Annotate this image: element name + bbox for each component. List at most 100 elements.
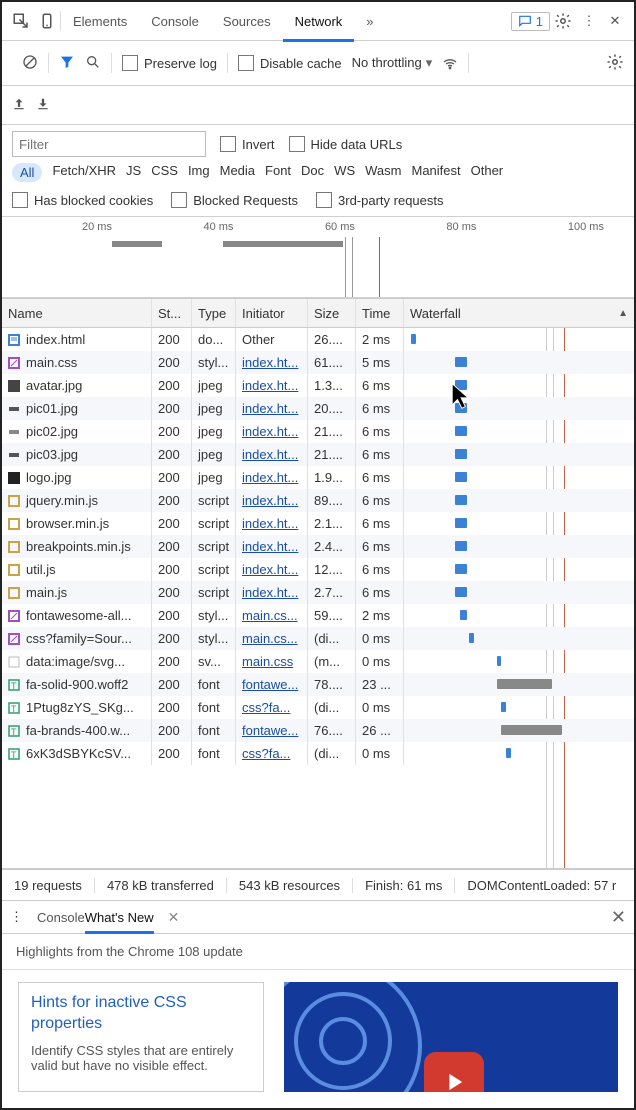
cell-initiator[interactable]: index.ht... [236,489,308,512]
throttling-select[interactable]: No throttling▾ [352,55,433,71]
type-chip-manifest[interactable]: Manifest [411,163,460,182]
table-row[interactable]: index.html200do...Other26....2 ms [2,328,634,351]
drawer-tab-console[interactable]: Console [37,910,85,925]
device-toggle-icon[interactable] [34,8,60,34]
type-chip-media[interactable]: Media [220,163,255,182]
table-row[interactable]: main.js200scriptindex.ht...2.7...6 ms [2,581,634,604]
network-conditions-icon[interactable] [442,54,458,73]
table-row[interactable]: logo.jpg200jpegindex.ht...1.9...6 ms [2,466,634,489]
drawer-kebab-icon[interactable]: ⋮ [10,909,23,925]
filter-input[interactable] [12,131,206,157]
filter-opt-3rd-party-requests[interactable]: 3rd-party requests [316,192,444,208]
table-row[interactable]: T1Ptug8zYS_SKg...200fontcss?fa...(di...0… [2,696,634,719]
issues-badge[interactable]: 1 [511,12,550,31]
cell-initiator[interactable]: index.ht... [236,512,308,535]
cell-initiator: Other [236,328,308,351]
whatsnew-hint-card[interactable]: Hints for inactive CSS properties Identi… [18,982,264,1092]
close-devtools-icon[interactable]: ✕ [602,8,628,34]
network-settings-icon[interactable] [606,53,624,74]
col-time[interactable]: Time [356,299,404,327]
col-name[interactable]: Name [2,299,152,327]
filter-icon[interactable] [59,54,75,73]
col-st[interactable]: St... [152,299,192,327]
cell-initiator[interactable]: fontawe... [236,673,308,696]
filter-opt-has-blocked-cookies[interactable]: Has blocked cookies [12,192,153,208]
table-row[interactable]: css?family=Sour...200styl...main.cs...(d… [2,627,634,650]
cell-initiator[interactable]: main.css [236,650,308,673]
cell-initiator[interactable]: index.ht... [236,443,308,466]
hide-data-urls-checkbox[interactable]: Hide data URLs [289,136,403,152]
tab-console[interactable]: Console [139,4,211,39]
col-waterfall[interactable]: Waterfall▲ [404,299,634,327]
inspect-icon[interactable] [8,8,34,34]
cell-initiator[interactable]: css?fa... [236,696,308,719]
file-type-icon [8,610,20,622]
cell-initiator[interactable]: index.ht... [236,397,308,420]
type-chip-font[interactable]: Font [265,163,291,182]
table-row[interactable]: fontawesome-all...200styl...main.cs...59… [2,604,634,627]
upload-har-icon[interactable] [12,97,26,114]
cell-initiator[interactable]: index.ht... [236,351,308,374]
download-har-icon[interactable] [36,97,50,114]
type-chip-css[interactable]: CSS [151,163,178,182]
type-chip-ws[interactable]: WS [334,163,355,182]
cell-status: 200 [152,581,192,604]
drawer-tab-close-icon[interactable]: ✕ [168,909,180,926]
col-size[interactable]: Size [308,299,356,327]
table-row[interactable]: data:image/svg...200sv...main.css(m...0 … [2,650,634,673]
table-row[interactable]: avatar.jpg200jpegindex.ht...1.3...6 ms [2,374,634,397]
cell-initiator[interactable]: index.ht... [236,420,308,443]
tab-network[interactable]: Network [283,4,355,42]
settings-gear-icon[interactable] [550,8,576,34]
table-row[interactable]: jquery.min.js200scriptindex.ht...89....6… [2,489,634,512]
cell-initiator[interactable]: index.ht... [236,374,308,397]
cell-initiator[interactable]: index.ht... [236,581,308,604]
drawer-tab-what-s-new[interactable]: What's New [85,910,154,934]
type-chip-fetch-xhr[interactable]: Fetch/XHR [52,163,116,182]
table-row[interactable]: pic03.jpg200jpegindex.ht...21....6 ms [2,443,634,466]
whatsnew-promo[interactable] [284,982,618,1092]
type-chip-all[interactable]: All [12,163,42,182]
table-row[interactable]: pic02.jpg200jpegindex.ht...21....6 ms [2,420,634,443]
table-row[interactable]: breakpoints.min.js200scriptindex.ht...2.… [2,535,634,558]
tab-overflow[interactable]: » [354,4,385,39]
cell-initiator[interactable]: index.ht... [236,466,308,489]
cell-initiator[interactable]: index.ht... [236,535,308,558]
summary-bar: 19 requests 478 kB transferred 543 kB re… [2,869,634,901]
filter-opt-blocked-requests[interactable]: Blocked Requests [171,192,298,208]
col-type[interactable]: Type [192,299,236,327]
type-chip-doc[interactable]: Doc [301,163,324,182]
cell-initiator[interactable]: css?fa... [236,742,308,765]
drawer-close-icon[interactable]: ✕ [611,907,626,928]
table-row[interactable]: T6xK3dSBYKcSV...200fontcss?fa...(di...0 … [2,742,634,765]
table-row[interactable]: util.js200scriptindex.ht...12....6 ms [2,558,634,581]
table-header[interactable]: NameSt...TypeInitiatorSizeTimeWaterfall▲ [2,298,634,328]
cell-status: 200 [152,512,192,535]
cell-waterfall [404,673,634,696]
col-initiator[interactable]: Initiator [236,299,308,327]
cell-initiator[interactable]: fontawe... [236,719,308,742]
tab-sources[interactable]: Sources [211,4,283,39]
clear-icon[interactable] [22,54,38,73]
preserve-log-checkbox[interactable]: Preserve log [122,55,217,71]
disable-cache-checkbox[interactable]: Disable cache [238,55,342,71]
type-chip-wasm[interactable]: Wasm [365,163,401,182]
search-icon[interactable] [85,54,101,73]
table-row[interactable]: Tfa-brands-400.w...200fontfontawe...76..… [2,719,634,742]
type-chip-other[interactable]: Other [471,163,504,182]
table-row[interactable]: Tfa-solid-900.woff2200fontfontawe...78..… [2,673,634,696]
kebab-menu-icon[interactable]: ⋮ [576,8,602,34]
type-chip-js[interactable]: JS [126,163,141,182]
table-row[interactable]: browser.min.js200scriptindex.ht...2.1...… [2,512,634,535]
timeline-overview[interactable]: 20 ms40 ms60 ms80 ms100 ms [2,217,634,298]
table-row[interactable]: pic01.jpg200jpegindex.ht...20....6 ms [2,397,634,420]
table-row[interactable]: main.css200styl...index.ht...61....5 ms [2,351,634,374]
summary-resources: 543 kB resources [227,878,353,893]
cell-initiator[interactable]: main.cs... [236,604,308,627]
cell-initiator[interactable]: index.ht... [236,558,308,581]
cell-initiator[interactable]: main.cs... [236,627,308,650]
type-chip-img[interactable]: Img [188,163,210,182]
tab-elements[interactable]: Elements [61,4,139,39]
cell-size: 21.... [308,420,356,443]
invert-checkbox[interactable]: Invert [220,136,275,152]
